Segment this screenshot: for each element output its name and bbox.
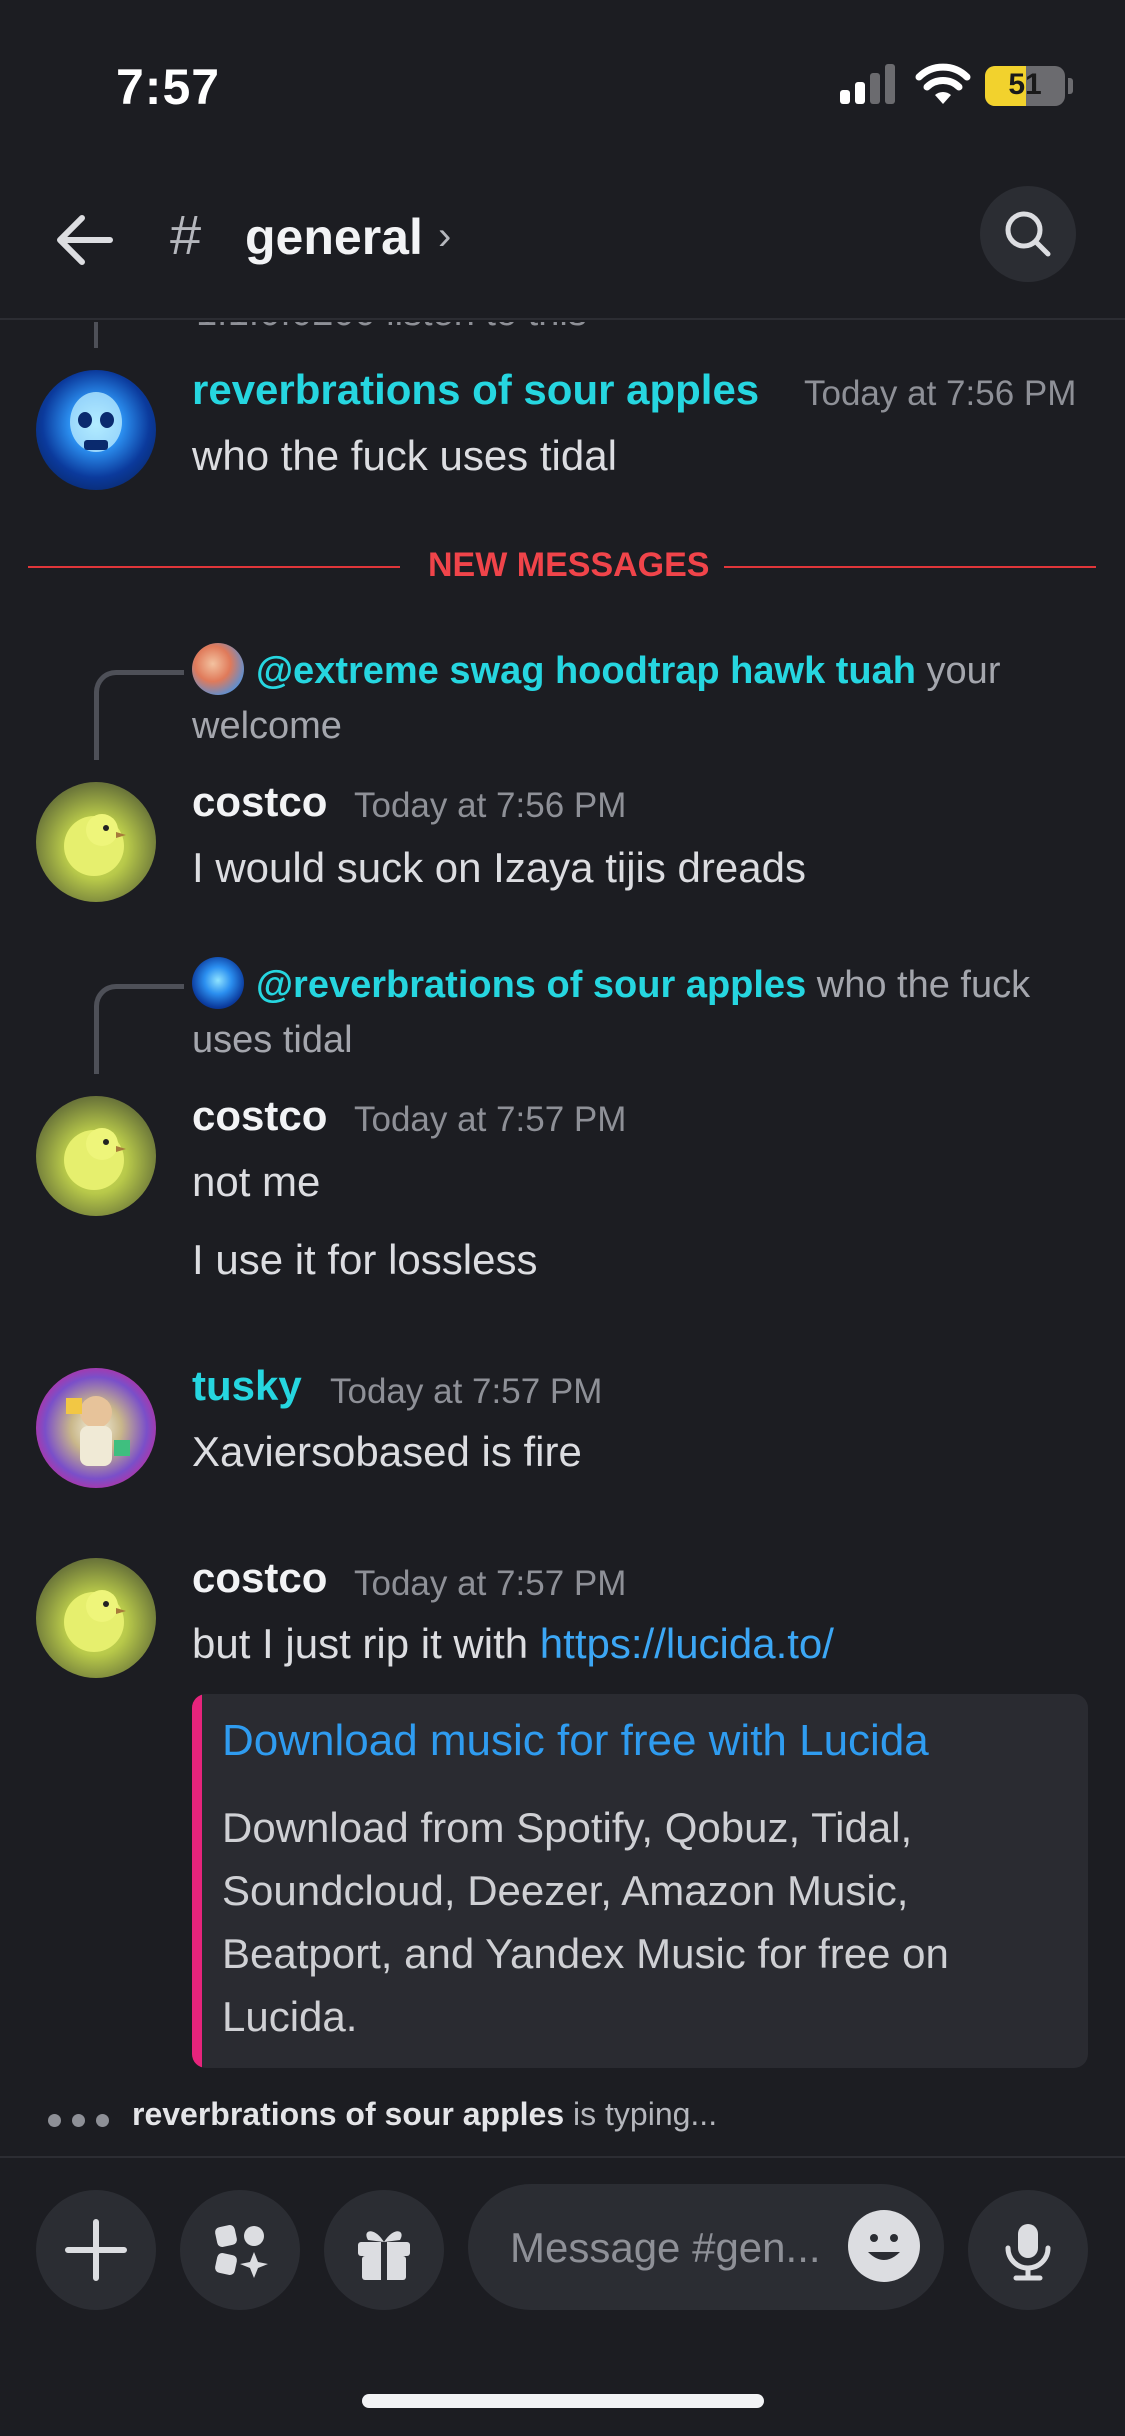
message-author[interactable]: reverbrations of sour apples [192, 366, 759, 414]
reply-avatar [192, 956, 244, 1009]
apps-button[interactable] [180, 2190, 300, 2310]
plus-icon [65, 2219, 127, 2281]
cellular-signal-icon [840, 62, 898, 104]
message-author[interactable]: tusky [192, 1362, 302, 1410]
typing-indicator: reverbrations of sour apples is typing..… [132, 2096, 717, 2133]
embed-title[interactable]: Download music for free with Lucida [222, 1716, 929, 1766]
avatar[interactable] [36, 1558, 156, 1678]
message-link[interactable]: https://lucida.to/ [540, 1620, 834, 1667]
embed-accent-bar [192, 1694, 202, 2068]
avatar[interactable] [36, 1368, 156, 1488]
search-icon [1005, 211, 1051, 257]
message-author[interactable]: costco [192, 1092, 327, 1140]
battery-icon: 51 [985, 66, 1065, 106]
message-timestamp: Today at 7:57 PM [354, 1100, 627, 1139]
message-timestamp: Today at 7:57 PM [330, 1372, 603, 1411]
message-timestamp: Today at 7:56 PM [804, 374, 1077, 413]
message-input-placeholder: Message #gen... [510, 2224, 821, 2271]
avatar[interactable] [36, 1096, 156, 1216]
gift-button[interactable] [324, 2190, 444, 2310]
status-time: 7:57 [116, 59, 221, 115]
message-text-body: but I just rip it with [192, 1620, 540, 1667]
message-text: not me [192, 1158, 321, 1205]
back-arrow-icon[interactable] [48, 204, 120, 276]
chevron-right-icon[interactable]: › [438, 214, 451, 259]
channel-hash-icon: # [170, 203, 202, 266]
message-text: but I just rip it with https://lucida.to… [192, 1620, 834, 1668]
home-indicator[interactable] [362, 2394, 764, 2408]
add-attachment-button[interactable] [36, 2190, 156, 2310]
smiley-icon [868, 2234, 900, 2260]
reply-avatar [192, 642, 244, 695]
microphone-icon [1005, 2224, 1051, 2281]
voice-message-button[interactable] [968, 2190, 1088, 2310]
link-embed[interactable]: Download music for free with Lucida Down… [192, 1694, 1088, 2068]
message-text: Xaviersobased is fire [192, 1428, 582, 1475]
message-text: who the fuck uses tidal [192, 432, 617, 479]
message-timestamp: Today at 7:56 PM [354, 786, 627, 825]
message-timestamp: Today at 7:57 PM [354, 1564, 627, 1603]
battery-level: 51 [1008, 68, 1042, 101]
message-author[interactable]: costco [192, 778, 327, 826]
reply-reference[interactable]: @extreme swag hoodtrap hawk tuah your we… [192, 642, 1072, 753]
embed-description: Download from Spotify, Qobuz, Tidal, Sou… [222, 1804, 949, 2040]
new-messages-label: NEW MESSAGES [428, 546, 710, 584]
reply-mention[interactable]: @reverbrations of sour apples [256, 964, 806, 1006]
reply-reference[interactable]: @reverbrations of sour apples who the fu… [192, 956, 1072, 1067]
gift-icon [358, 2231, 410, 2280]
message-input[interactable]: Message #gen... [468, 2184, 944, 2310]
message-author[interactable]: costco [192, 1554, 327, 1602]
typing-dots-icon [48, 2114, 112, 2128]
channel-name[interactable]: general [245, 208, 423, 266]
avatar[interactable] [36, 782, 156, 902]
emoji-button[interactable] [848, 2210, 920, 2282]
search-button[interactable] [980, 186, 1076, 282]
wifi-icon [915, 63, 971, 104]
message-text: I would suck on Izaya tijis dreads [192, 844, 806, 891]
message-list[interactable]: 1f1f0f0200 listen to this reverbrations … [0, 322, 1125, 2152]
typing-suffix: is typing... [564, 2096, 718, 2132]
reply-mention[interactable]: @extreme swag hoodtrap hawk tuah [256, 650, 916, 692]
channel-header: # general › [0, 180, 1125, 320]
typing-user: reverbrations of sour apples [132, 2096, 565, 2132]
message-text: I use it for lossless [192, 1236, 538, 1283]
apps-icon [215, 2225, 268, 2278]
avatar[interactable] [36, 370, 156, 490]
reply-preview-cut: 1f1f0f0200 listen to this [196, 322, 587, 335]
status-bar: 7:57 51 [0, 0, 1125, 180]
